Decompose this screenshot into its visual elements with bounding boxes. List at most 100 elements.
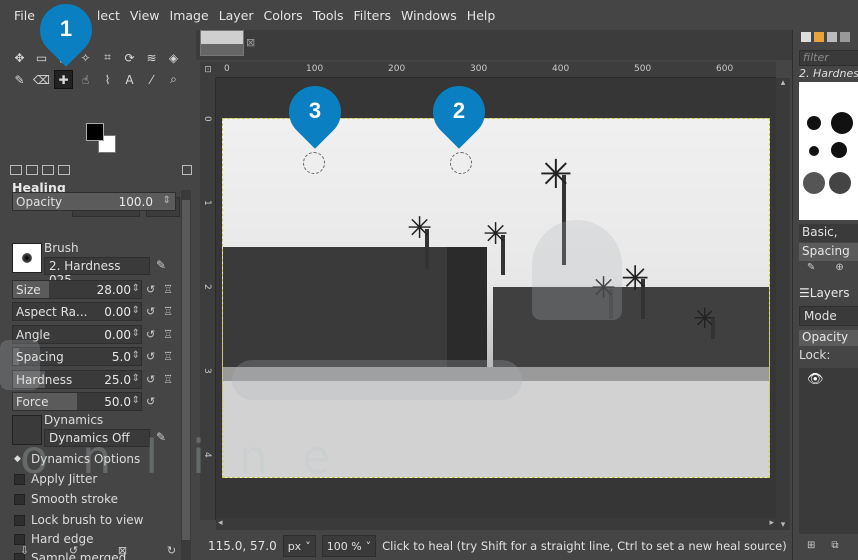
menu-layer[interactable]: Layer bbox=[219, 8, 254, 23]
checkbox[interactable] bbox=[14, 473, 25, 485]
checkbox-row[interactable]: Smooth stroke bbox=[14, 490, 118, 508]
vertical-ruler[interactable]: 0 1 2 3 4 bbox=[200, 78, 216, 520]
menu-tools[interactable]: Tools bbox=[313, 8, 344, 23]
text-tool-icon[interactable]: A bbox=[120, 70, 139, 89]
warp-icon[interactable]: ≋ bbox=[142, 48, 161, 67]
gradients-tab-icon[interactable] bbox=[840, 32, 850, 42]
dynamics-preview[interactable] bbox=[12, 415, 42, 445]
configure-tab-icon[interactable] bbox=[182, 165, 192, 175]
layer-opacity-slider[interactable]: Opacity bbox=[799, 330, 858, 346]
menu-select[interactable]: lect bbox=[97, 8, 120, 23]
transform-icon[interactable]: ⟳ bbox=[120, 48, 139, 67]
restore-options-icon[interactable]: ↺ bbox=[69, 544, 78, 557]
fg-bg-colors[interactable] bbox=[86, 123, 120, 157]
brush-preview[interactable] bbox=[12, 243, 42, 273]
option-slider[interactable]: Aspect Ra... 0.00 ⇕ bbox=[12, 302, 142, 321]
reset-options-icon[interactable]: ↻ bbox=[167, 544, 176, 557]
link-option-icon[interactable]: ♖ bbox=[163, 305, 173, 318]
layers-tab[interactable]: ☰Layers bbox=[799, 286, 849, 300]
spin-icon[interactable]: ⇕ bbox=[132, 305, 140, 316]
vertical-scrollbar[interactable]: ▴ ▾ bbox=[776, 78, 790, 530]
smudge-icon[interactable]: ☝ bbox=[76, 70, 95, 89]
tool-options-scrollbar[interactable] bbox=[181, 190, 191, 560]
brush-swatch[interactable] bbox=[831, 142, 847, 158]
move-tool-icon[interactable]: ✥ bbox=[10, 48, 29, 67]
image-thumbnail-tab[interactable] bbox=[200, 30, 244, 56]
reset-option-icon[interactable]: ↺ bbox=[146, 305, 155, 318]
photo-layer[interactable]: ✳ ✳ ✳ ✳ ✳ ✳ bbox=[222, 118, 770, 478]
ruler-corner[interactable]: ⊡ bbox=[200, 62, 216, 78]
undo-history-tab-icon[interactable] bbox=[42, 165, 54, 175]
layers-list[interactable]: 👁 bbox=[799, 368, 858, 534]
option-slider[interactable]: Angle 0.00 ⇕ bbox=[12, 325, 142, 344]
dynamics-options-expander[interactable]: ◆ Dynamics Options bbox=[14, 450, 140, 468]
checkbox-row[interactable]: Apply Jitter bbox=[14, 470, 97, 488]
eraser-icon[interactable]: ⌫ bbox=[32, 70, 51, 89]
spin-icon[interactable]: ⇕ bbox=[132, 373, 140, 384]
spin-icon[interactable]: ⇕ bbox=[132, 283, 140, 294]
crop-icon[interactable]: ⌗ bbox=[98, 48, 117, 67]
reset-option-icon[interactable]: ↺ bbox=[146, 373, 155, 386]
reset-option-icon[interactable]: ↺ bbox=[146, 350, 155, 363]
checkbox[interactable] bbox=[14, 493, 25, 505]
path-icon[interactable]: ⌇ bbox=[98, 70, 117, 89]
reset-option-icon[interactable]: ↺ bbox=[146, 283, 155, 296]
option-slider[interactable]: Force 50.0 ⇕ bbox=[12, 392, 142, 411]
save-options-icon[interactable]: ⇩ bbox=[20, 544, 29, 557]
option-slider[interactable]: Size 28.00 ⇕ bbox=[12, 280, 142, 299]
fonts-tab-icon[interactable] bbox=[827, 32, 837, 42]
menu-view[interactable]: View bbox=[130, 8, 160, 23]
bucket-fill-icon[interactable]: ◈ bbox=[164, 48, 183, 67]
spin-icon[interactable]: ⇕ bbox=[132, 350, 140, 361]
brush-filter-input[interactable]: filter bbox=[799, 50, 858, 66]
spin-icon[interactable]: ⇕ bbox=[132, 328, 140, 339]
menu-colors[interactable]: Colors bbox=[264, 8, 303, 23]
zoom-icon[interactable]: ⌕ bbox=[164, 70, 183, 89]
opacity-slider[interactable]: Opacity 100.0 ⇕ bbox=[12, 192, 176, 211]
new-layer-icon[interactable]: ⊞ bbox=[807, 540, 815, 551]
link-option-icon[interactable]: ♖ bbox=[163, 283, 173, 296]
brush-swatch[interactable] bbox=[809, 146, 819, 156]
reset-option-icon[interactable]: ↺ bbox=[146, 395, 155, 408]
brush-swatch[interactable] bbox=[807, 116, 821, 130]
foreground-color[interactable] bbox=[86, 123, 104, 141]
layer-mode-select[interactable]: Mode bbox=[799, 306, 858, 326]
horizontal-ruler[interactable]: 0 100 200 300 400 500 600 bbox=[216, 62, 776, 78]
edit-dynamics-icon[interactable]: ✎ bbox=[156, 430, 166, 444]
zoom-select[interactable]: 100 % ˅ bbox=[321, 535, 377, 557]
checkbox-row[interactable]: Lock brush to view bbox=[14, 511, 144, 529]
new-brush-icon[interactable]: ⊕ bbox=[835, 262, 843, 273]
unit-select[interactable]: px ˅ bbox=[282, 535, 316, 557]
color-picker-icon[interactable]: ⁄ bbox=[142, 70, 161, 89]
edit-brush-icon[interactable]: ✎ bbox=[156, 258, 166, 272]
opacity-spin-icon[interactable]: ⇕ bbox=[163, 195, 171, 206]
horizontal-scrollbar[interactable]: ◂ ▸ bbox=[216, 518, 776, 530]
menu-help[interactable]: Help bbox=[467, 8, 496, 23]
device-status-tab-icon[interactable] bbox=[26, 165, 38, 175]
delete-options-icon[interactable]: ⊠ bbox=[118, 544, 127, 557]
menu-windows[interactable]: Windows bbox=[401, 8, 457, 23]
spin-icon[interactable]: ⇕ bbox=[132, 395, 140, 406]
patterns-tab-icon[interactable] bbox=[814, 32, 824, 42]
brushes-tab-icon[interactable] bbox=[801, 32, 811, 42]
brush-tag-input[interactable]: Basic, bbox=[799, 224, 858, 242]
link-option-icon[interactable]: ♖ bbox=[163, 350, 173, 363]
brush-spacing-slider[interactable]: Spacing bbox=[799, 243, 858, 261]
option-slider[interactable]: Hardness 25.0 ⇕ bbox=[12, 370, 142, 389]
images-tab-icon[interactable] bbox=[58, 165, 70, 175]
pencil-icon[interactable]: ✎ bbox=[10, 70, 29, 89]
tool-options-tab-icon[interactable] bbox=[10, 165, 22, 175]
close-tab-icon[interactable]: ⊠ bbox=[246, 36, 255, 49]
option-slider[interactable]: Spacing 5.0 ⇕ bbox=[12, 347, 142, 366]
duplicate-layer-icon[interactable]: ⧉ bbox=[831, 540, 838, 551]
menu-image[interactable]: Image bbox=[170, 8, 209, 23]
brush-swatch[interactable] bbox=[831, 112, 853, 134]
brush-swatch[interactable] bbox=[803, 172, 825, 194]
brush-grid[interactable] bbox=[799, 82, 858, 220]
link-option-icon[interactable]: ♖ bbox=[163, 373, 173, 386]
menu-filters[interactable]: Filters bbox=[354, 8, 391, 23]
checkbox[interactable] bbox=[14, 514, 25, 526]
link-option-icon[interactable]: ♖ bbox=[163, 328, 173, 341]
edit-brush-dock-icon[interactable]: ✎ bbox=[807, 262, 815, 273]
expander-icon[interactable]: ◆ bbox=[14, 454, 25, 464]
